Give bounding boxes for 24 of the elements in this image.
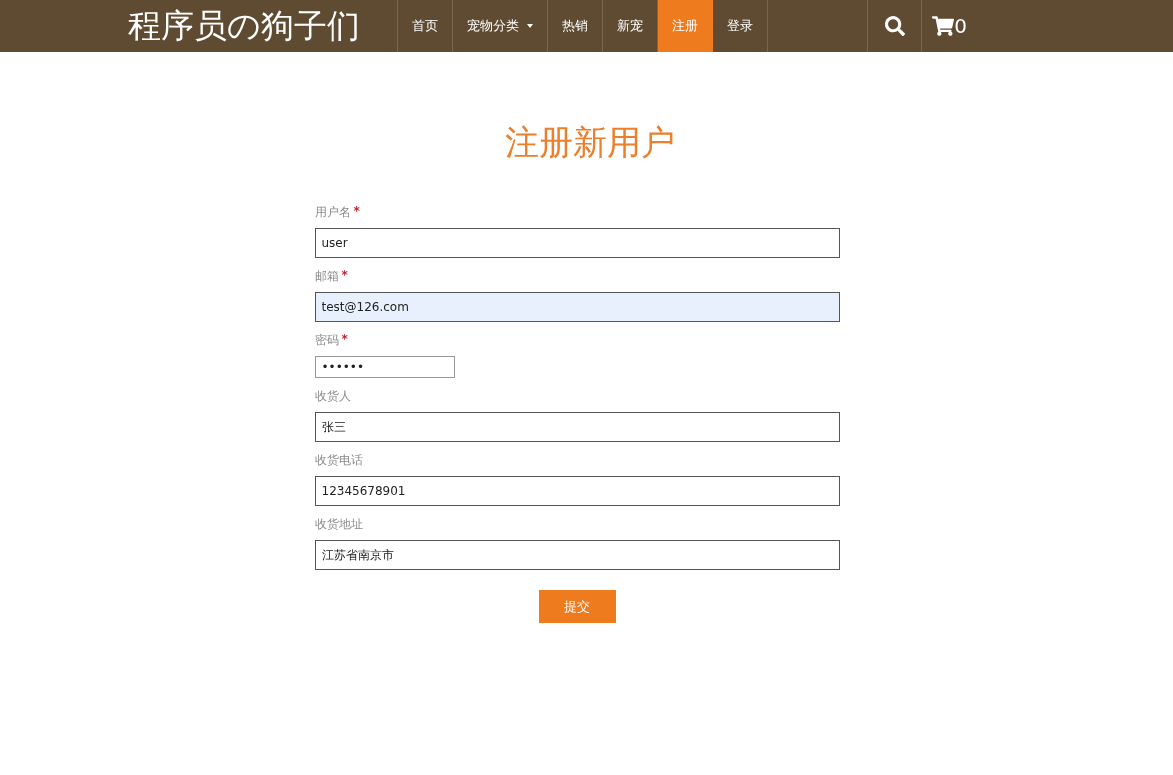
password-field[interactable]: •••••• <box>314 356 455 378</box>
field-label: 密码 <box>314 332 339 349</box>
nav-link[interactable]: 宠物分类 <box>453 0 548 52</box>
page-title: 注册新用户 <box>504 121 675 164</box>
input-field[interactable]: 江苏省南京市 <box>314 540 840 570</box>
site-logo[interactable]: 程序员の狗子们 <box>128 0 397 52</box>
input-field[interactable]: 张三 <box>314 412 840 442</box>
input-field[interactable]: 12345678901 <box>314 476 840 506</box>
input-field[interactable]: test@126.com <box>314 292 840 322</box>
field-label: 用户名 <box>314 204 351 221</box>
field-label: 收货电话 <box>314 452 363 469</box>
required-mark: * <box>341 268 348 284</box>
field-label: 收货地址 <box>314 516 363 533</box>
field-label: 邮箱 <box>314 268 339 285</box>
nav-link[interactable]: 首页 <box>398 0 453 52</box>
required-mark: * <box>353 204 360 220</box>
cart-icon <box>932 15 955 37</box>
nav-link[interactable]: 登录 <box>713 0 768 52</box>
nav-link[interactable]: 热销 <box>548 0 603 52</box>
cart-button[interactable]: 0 <box>922 0 977 52</box>
field-label: 收货人 <box>314 388 351 405</box>
input-field[interactable]: user <box>314 228 840 258</box>
required-mark: * <box>341 332 348 348</box>
search-icon <box>884 16 905 36</box>
